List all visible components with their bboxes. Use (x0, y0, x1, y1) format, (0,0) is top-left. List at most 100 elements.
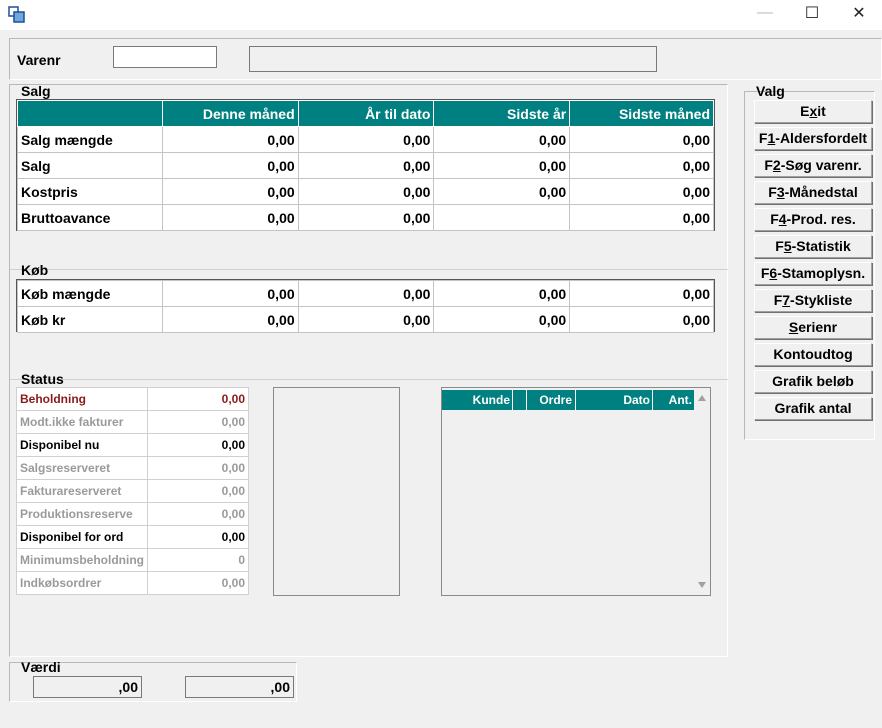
table-row: Kostpris 0,00 0,00 0,00 0,00 (17, 178, 714, 205)
vaerdi-field-2: ,00 (185, 676, 294, 698)
button-label-prefix: F (764, 157, 773, 173)
table-cell: 0,00 (297, 178, 435, 205)
close-button[interactable]: ✕ (836, 0, 882, 26)
button-label: -Statistik (791, 238, 851, 254)
button-label-prefix: F (775, 238, 784, 254)
status-label: Disponibel nu (16, 433, 148, 457)
status-row: Indkøbsordrer 0,00 (16, 571, 249, 595)
serienr-button[interactable]: Serienr (754, 316, 872, 339)
status-label: Produktionsreserve (16, 502, 148, 526)
table-cell: 0,00 (297, 204, 435, 231)
button-label: it (817, 103, 826, 119)
button-label: -Søg varenr. (780, 157, 862, 173)
table-row: Bruttoavance 0,00 0,00 0,00 (17, 204, 714, 231)
table-cell: 0,00 (161, 152, 299, 179)
aldersfordelt-button[interactable]: F1-Aldersfordelt (754, 127, 872, 150)
table-row: Køb kr 0,00 0,00 0,00 0,00 (17, 306, 714, 333)
table-row: Salg mængde 0,00 0,00 0,00 0,00 (17, 126, 714, 153)
table-cell: 0,00 (569, 280, 714, 307)
minimize-button[interactable]: — (742, 0, 788, 26)
table-cell: 0,00 (433, 126, 571, 153)
stykliste-button[interactable]: F7-Stykliste (754, 289, 872, 312)
button-accelerator-key: 3 (776, 184, 785, 200)
grafik-beloeb-button[interactable]: Grafik beløb (754, 370, 872, 393)
row-label: Salg (17, 152, 163, 179)
status-row: Disponibel nu 0,00 (16, 433, 249, 457)
button-label-prefix: F (770, 211, 779, 227)
status-label: Fakturareserveret (16, 479, 148, 503)
table-cell: 0,00 (297, 152, 435, 179)
table-cell: 0,00 (433, 280, 571, 307)
status-value: 0,00 (147, 502, 249, 526)
grafik-antal-button[interactable]: Grafik antal (754, 397, 872, 420)
button-label-prefix: F (768, 184, 777, 200)
varenr-description-field (249, 46, 657, 72)
table-cell: 0,00 (161, 204, 299, 231)
button-label: -Prod. res. (786, 211, 856, 227)
kob-title: Køb (21, 262, 49, 278)
order-col-kunde: Kunde (472, 393, 510, 407)
prod-res-button[interactable]: F4-Prod. res. (754, 208, 872, 231)
status-value: 0 (147, 548, 249, 572)
salg-divider (10, 269, 728, 270)
button-accelerator-key: 7 (782, 292, 791, 308)
salg-title: Salg (21, 83, 51, 99)
button-label: Grafik antal (774, 400, 852, 416)
stamoplysn-button[interactable]: F6-Stamoplysn. (754, 262, 872, 285)
table-cell: 0,00 (297, 280, 435, 307)
row-label: Salg mængde (17, 126, 163, 153)
status-row: Salgsreserveret 0,00 (16, 456, 249, 480)
button-label: Grafik beløb (772, 373, 854, 389)
vaerdi-field-1: ,00 (33, 676, 142, 698)
table-cell: 0,00 (569, 178, 714, 205)
table-cell: 0,00 (297, 126, 435, 153)
table-cell: 0,00 (433, 306, 571, 333)
statistik-button[interactable]: F5-Statistik (754, 235, 872, 258)
maanedstal-button[interactable]: F3-Månedstal (754, 181, 872, 204)
table-cell: 0,00 (161, 126, 299, 153)
salg-col-header (17, 100, 163, 127)
minimize-icon: — (757, 4, 773, 21)
order-grid-scrollbar[interactable] (694, 388, 710, 595)
table-cell (433, 204, 571, 231)
button-label: Kontoudtog (773, 346, 853, 362)
kontoudtog-button[interactable]: Kontoudtog (754, 343, 872, 366)
salg-col-header: Sidste år (433, 100, 571, 127)
status-label: Indkøbsordrer (16, 571, 148, 595)
status-grid: Beholdning 0,00 Modt.ikke fakturer 0,00 Di… (16, 387, 249, 595)
vaerdi-title: Værdi (21, 659, 61, 675)
varenr-input[interactable] (113, 46, 217, 68)
table-cell: 0,00 (569, 306, 714, 333)
status-label: Minimumsbeholdning (16, 548, 148, 572)
maximize-button[interactable]: ☐ (789, 0, 835, 26)
scroll-up-icon[interactable] (694, 390, 710, 406)
salg-col-header: Denne måned (161, 100, 299, 127)
button-accelerator-key: S (788, 319, 799, 335)
soeg-varenr-button[interactable]: F2-Søg varenr. (754, 154, 872, 177)
varenr-label: Varenr (17, 52, 61, 68)
table-cell: 0,00 (569, 126, 714, 153)
status-row: Modt.ikke fakturer 0,00 (16, 410, 249, 434)
status-label: Salgsreserveret (16, 456, 148, 480)
close-icon: ✕ (852, 5, 866, 22)
order-col-ant: Ant. (668, 393, 692, 407)
valg-title: Valg (756, 83, 785, 99)
button-accelerator-key: 2 (772, 157, 781, 173)
table-cell: 0,00 (569, 152, 714, 179)
table-cell: 0,00 (161, 280, 299, 307)
order-grid[interactable]: Kunde Ordre Dato Ant. (441, 387, 711, 596)
status-row: Minimumsbeholdning 0 (16, 548, 249, 572)
table-row: Salg 0,00 0,00 0,00 0,00 (17, 152, 714, 179)
exit-button[interactable]: Exit (754, 100, 872, 123)
status-value: 0,00 (147, 479, 249, 503)
button-label: -Månedstal (784, 184, 858, 200)
status-value: 0,00 (147, 433, 249, 457)
row-label: Kostpris (17, 178, 163, 205)
status-value: 0,00 (147, 525, 249, 549)
button-label-prefix: F (773, 292, 783, 308)
salg-col-header: Sidste måned (569, 100, 714, 127)
scroll-down-icon[interactable] (694, 577, 710, 593)
button-accelerator-key: 4 (778, 211, 787, 227)
order-grid-header: Kunde Ordre Dato Ant. (442, 390, 694, 410)
status-value: 0,00 (147, 410, 249, 434)
